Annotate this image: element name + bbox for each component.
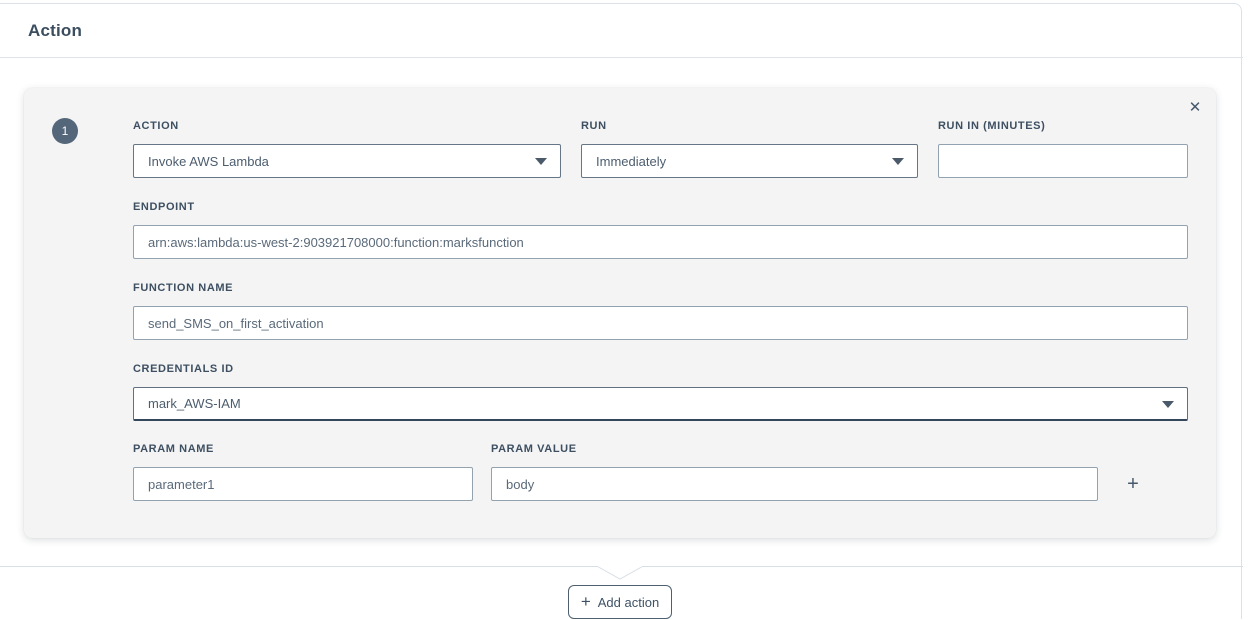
endpoint-input[interactable] (133, 225, 1188, 259)
endpoint-label: ENDPOINT (133, 201, 195, 213)
param-name-label: PARAM NAME (133, 443, 214, 455)
field-param-name: PARAM NAME (133, 443, 473, 501)
row-function-name: FUNCTION NAME (133, 282, 1188, 340)
add-action-button[interactable]: + Add action (568, 585, 672, 619)
field-run-in-minutes: RUN IN (MINUTES) (938, 120, 1188, 178)
run-select-value: Immediately (596, 153, 667, 169)
close-icon[interactable]: ✕ (1184, 97, 1206, 119)
param-name-input[interactable] (133, 467, 473, 501)
run-in-minutes-input[interactable] (938, 144, 1188, 178)
add-action-label: Add action (597, 594, 660, 610)
chevron-down-icon (892, 158, 904, 165)
field-action: ACTION Invoke AWS Lambda (133, 120, 561, 178)
header-divider (0, 57, 1243, 58)
credentials-id-label: CREDENTIALS ID (133, 363, 234, 375)
row-params: PARAM NAME PARAM VALUE + (133, 443, 1188, 501)
action-select-value: Invoke AWS Lambda (148, 153, 269, 169)
function-name-label: FUNCTION NAME (133, 282, 234, 294)
row-credentials: CREDENTIALS ID mark_AWS-IAM (133, 363, 1188, 421)
credentials-id-select[interactable]: mark_AWS-IAM (133, 387, 1188, 421)
action-select[interactable]: Invoke AWS Lambda (133, 144, 561, 178)
action-form: ACTION Invoke AWS Lambda RUN Immediately… (133, 120, 1188, 501)
action-label: ACTION (133, 120, 179, 132)
run-label: RUN (581, 120, 607, 132)
param-value-input[interactable] (491, 467, 1098, 501)
field-credentials-id: CREDENTIALS ID mark_AWS-IAM (133, 363, 1188, 421)
row-endpoint: ENDPOINT (133, 201, 1188, 259)
plus-icon: + (580, 592, 591, 611)
run-select[interactable]: Immediately (581, 144, 918, 178)
param-value-label: PARAM VALUE (491, 443, 577, 455)
field-function-name: FUNCTION NAME (133, 282, 1188, 340)
row-action-run: ACTION Invoke AWS Lambda RUN Immediately… (133, 120, 1188, 178)
run-in-minutes-label: RUN IN (MINUTES) (938, 120, 1046, 132)
field-endpoint: ENDPOINT (133, 201, 1188, 259)
add-param-icon[interactable]: + (1122, 473, 1144, 495)
field-param-value: PARAM VALUE (491, 443, 1098, 501)
step-number-badge: 1 (52, 118, 78, 144)
function-name-input[interactable] (133, 306, 1188, 340)
field-run: RUN Immediately (581, 120, 918, 178)
page-title: Action (28, 21, 83, 40)
footer-divider-notch (0, 566, 1243, 580)
credentials-id-select-value: mark_AWS-IAM (148, 396, 241, 411)
chevron-down-icon (535, 158, 547, 165)
chevron-down-icon (1162, 400, 1174, 408)
action-card: 1 ✕ ACTION Invoke AWS Lambda RUN Immedia… (24, 88, 1216, 538)
